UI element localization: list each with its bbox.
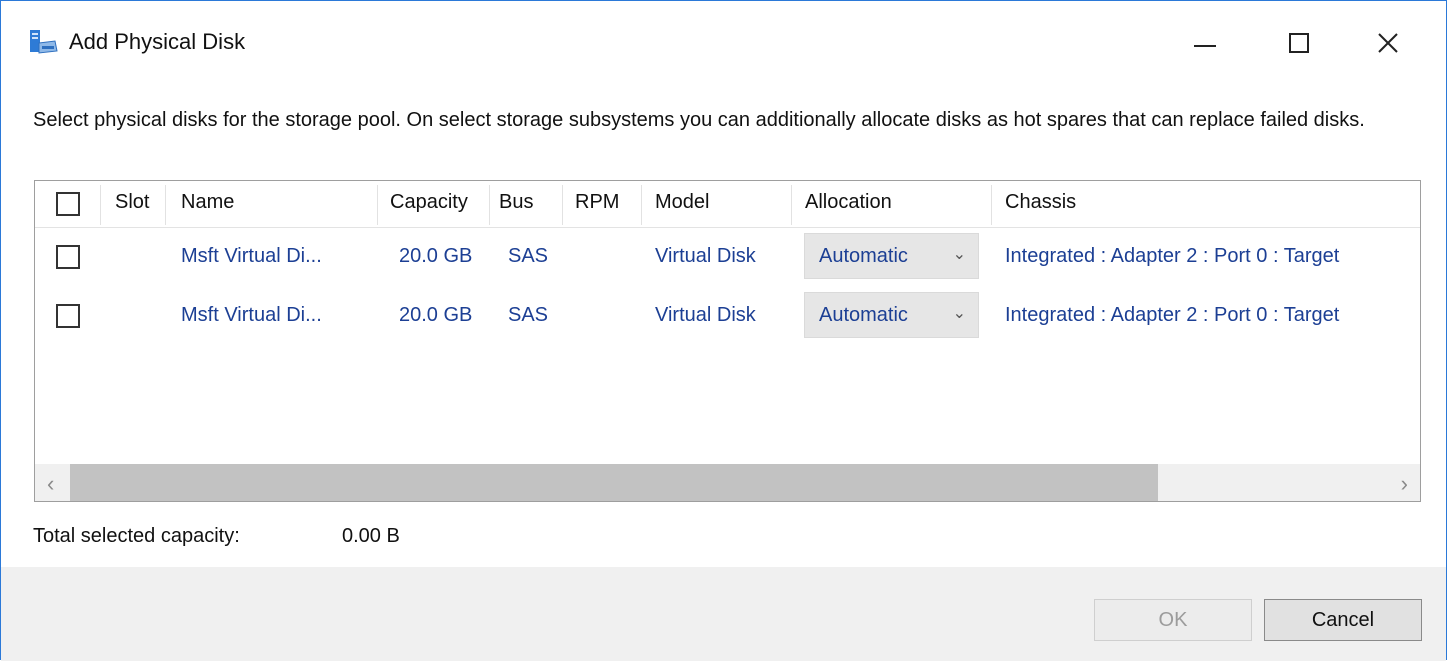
column-header-model[interactable]: Model bbox=[655, 191, 709, 214]
chevron-down-icon: ⌄ bbox=[952, 246, 966, 263]
column-separator bbox=[991, 185, 992, 225]
model-cell: Virtual Disk bbox=[655, 304, 756, 326]
chassis-cell: Integrated : Adapter 2 : Port 0 : Target bbox=[1005, 245, 1340, 267]
table-row[interactable]: Msft Virtual Di... 20.0 GB SAS Virtual D… bbox=[35, 228, 1420, 286]
row-checkbox[interactable] bbox=[56, 245, 80, 269]
bus-cell: SAS bbox=[508, 245, 549, 267]
minimize-icon bbox=[1194, 45, 1216, 47]
bus-cell: SAS bbox=[508, 304, 549, 326]
total-capacity-value: 0.00 B bbox=[342, 525, 400, 547]
cancel-button[interactable]: Cancel bbox=[1264, 599, 1422, 641]
model-cell: Virtual Disk bbox=[655, 245, 756, 267]
dialog-footer: OK Cancel bbox=[1, 567, 1446, 661]
column-header-allocation[interactable]: Allocation bbox=[805, 191, 892, 214]
minimize-button[interactable] bbox=[1175, 21, 1235, 65]
column-header-slot[interactable]: Slot bbox=[115, 191, 149, 214]
chassis-cell: Integrated : Adapter 2 : Port 0 : Target bbox=[1005, 304, 1340, 326]
allocation-value: Automatic bbox=[819, 304, 908, 326]
allocation-select[interactable]: Automatic ⌄ bbox=[804, 233, 979, 279]
column-header-capacity[interactable]: Capacity bbox=[390, 191, 468, 214]
table-header: Slot Name Capacity Bus RPM Model Allocat… bbox=[35, 181, 1420, 228]
column-header-chassis[interactable]: Chassis bbox=[1005, 191, 1076, 214]
title-bar[interactable]: Add Physical Disk bbox=[1, 1, 1446, 81]
dialog-description: Select physical disks for the storage po… bbox=[33, 109, 1365, 131]
allocation-select[interactable]: Automatic ⌄ bbox=[804, 292, 979, 338]
column-separator bbox=[489, 185, 490, 225]
column-separator bbox=[641, 185, 642, 225]
ok-button[interactable]: OK bbox=[1094, 599, 1252, 641]
close-button[interactable] bbox=[1358, 21, 1418, 65]
capacity-cell: 20.0 GB bbox=[399, 245, 473, 267]
maximize-icon bbox=[1289, 33, 1309, 53]
column-separator bbox=[791, 185, 792, 225]
column-header-bus[interactable]: Bus bbox=[499, 191, 533, 214]
chevron-down-icon: ⌄ bbox=[952, 305, 966, 322]
scroll-right-icon[interactable]: › bbox=[1401, 471, 1408, 497]
allocation-value: Automatic bbox=[819, 245, 908, 267]
column-separator bbox=[562, 185, 563, 225]
column-separator bbox=[100, 185, 101, 225]
name-cell: Msft Virtual Di... bbox=[181, 304, 322, 326]
scrollbar-thumb[interactable] bbox=[70, 464, 1158, 501]
close-icon bbox=[1378, 33, 1398, 53]
name-cell: Msft Virtual Di... bbox=[181, 245, 322, 267]
table-row[interactable]: Msft Virtual Di... 20.0 GB SAS Virtual D… bbox=[35, 287, 1420, 345]
column-separator bbox=[165, 185, 166, 225]
add-physical-disk-dialog: Add Physical Disk Select physical disks … bbox=[0, 0, 1447, 661]
column-separator bbox=[377, 185, 378, 225]
horizontal-scrollbar[interactable]: ‹ › bbox=[35, 464, 1420, 501]
row-checkbox[interactable] bbox=[56, 304, 80, 328]
select-all-checkbox[interactable] bbox=[56, 192, 80, 216]
physical-disk-table: Slot Name Capacity Bus RPM Model Allocat… bbox=[34, 180, 1421, 502]
column-header-rpm[interactable]: RPM bbox=[575, 191, 619, 214]
total-capacity-label: Total selected capacity: bbox=[33, 525, 240, 547]
storage-pool-icon bbox=[30, 30, 58, 54]
column-header-name[interactable]: Name bbox=[181, 191, 234, 214]
maximize-button[interactable] bbox=[1269, 21, 1329, 65]
capacity-cell: 20.0 GB bbox=[399, 304, 473, 326]
window-title: Add Physical Disk bbox=[69, 29, 246, 54]
scroll-left-icon[interactable]: ‹ bbox=[47, 471, 54, 497]
